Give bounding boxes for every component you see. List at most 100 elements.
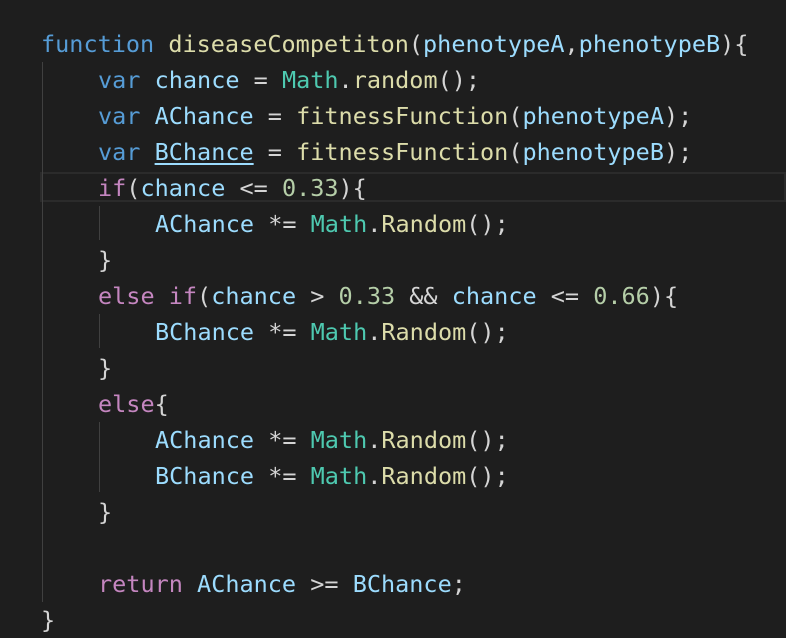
function-call: fitnessFunction xyxy=(296,102,509,130)
class-math: Math xyxy=(310,462,368,490)
code-line-10[interactable]: } xyxy=(98,350,112,386)
closing-brace: } xyxy=(41,606,56,634)
code-line-13[interactable]: BChance *= Math.Random(); xyxy=(155,458,509,494)
dot: . xyxy=(367,210,382,238)
comma: , xyxy=(564,30,579,58)
variable: chance xyxy=(140,174,226,202)
variable: BChance xyxy=(155,462,255,490)
variable-bchance-underlined[interactable]: BChance xyxy=(155,138,254,166)
code-line-1[interactable]: function diseaseCompetiton(phenotypeA,ph… xyxy=(41,26,748,62)
indent-guide-outer xyxy=(42,62,43,602)
paren: ( xyxy=(197,282,212,310)
code-line-9[interactable]: BChance *= Math.Random(); xyxy=(155,314,509,350)
paren-brace: ){ xyxy=(649,282,679,310)
operator: *= xyxy=(254,318,311,346)
operator: >= xyxy=(296,570,353,598)
operator: *= xyxy=(254,210,311,238)
variable: chance xyxy=(451,282,537,310)
param-phenotypeA: phenotypeA xyxy=(423,30,565,58)
paren: ( xyxy=(508,102,523,130)
operator: = xyxy=(253,138,297,166)
dot: . xyxy=(338,66,353,94)
keyword-if: if xyxy=(98,174,127,202)
line-end: (); xyxy=(466,210,509,238)
dot: . xyxy=(367,318,382,346)
keyword-function: function xyxy=(41,30,155,58)
keyword-if: if xyxy=(168,282,198,310)
indent-guide-elseif-block xyxy=(99,314,100,348)
code-line-8[interactable]: else if(chance > 0.33 && chance <= 0.66)… xyxy=(98,278,678,314)
code-line-14[interactable]: } xyxy=(98,494,112,530)
code-line-2[interactable]: var chance = Math.random(); xyxy=(98,62,480,98)
line-end: (); xyxy=(466,426,509,454)
variable: BChance xyxy=(155,318,255,346)
dot: . xyxy=(367,426,382,454)
code-line-3[interactable]: var AChance = fitnessFunction(phenotypeA… xyxy=(98,98,692,134)
code-line-11[interactable]: else{ xyxy=(98,386,169,422)
line-end: ); xyxy=(663,102,693,130)
class-math: Math xyxy=(281,66,339,94)
code-line-4[interactable]: var BChance = fitnessFunction(phenotypeB… xyxy=(98,134,692,170)
closing-brace: } xyxy=(98,498,113,526)
line-end: ); xyxy=(663,138,693,166)
code-line-5[interactable]: if(chance <= 0.33){ xyxy=(98,170,367,206)
paren-brace: ){ xyxy=(338,174,367,202)
line-end: (); xyxy=(437,66,481,94)
line-end: (); xyxy=(466,462,509,490)
operator: *= xyxy=(254,426,311,454)
class-math: Math xyxy=(310,210,368,238)
variable: AChance xyxy=(155,210,255,238)
method-random: Random xyxy=(381,462,467,490)
method-random: Random xyxy=(381,426,467,454)
operator: <= xyxy=(225,174,282,202)
closing-brace: } xyxy=(98,246,113,274)
indent-guide-else-block xyxy=(99,422,100,492)
keyword-var: var xyxy=(98,66,141,94)
paren: ( xyxy=(508,138,523,166)
keyword-var: var xyxy=(98,102,141,130)
opening-brace: { xyxy=(154,390,169,418)
class-math: Math xyxy=(310,318,368,346)
code-line-17[interactable]: } xyxy=(41,602,55,638)
function-name: diseaseCompetiton xyxy=(168,30,409,58)
variable-achance: AChance xyxy=(154,102,254,130)
code-line-6[interactable]: AChance *= Math.Random(); xyxy=(155,206,509,242)
operator: <= xyxy=(536,282,594,310)
method-random: random xyxy=(352,66,438,94)
code-editor[interactable]: function diseaseCompetiton(phenotypeA,ph… xyxy=(0,0,786,638)
operator: > xyxy=(296,282,339,310)
paren-brace: ){ xyxy=(720,30,749,58)
code-line-7[interactable]: } xyxy=(98,242,112,278)
variable: chance xyxy=(211,282,297,310)
keyword-else: else xyxy=(98,390,155,418)
class-math: Math xyxy=(310,426,368,454)
operator: *= xyxy=(254,462,311,490)
number: 0.66 xyxy=(593,282,650,310)
operator: = xyxy=(253,102,297,130)
argument: phenotypeB xyxy=(522,138,664,166)
number: 0.33 xyxy=(281,174,339,202)
code-line-12[interactable]: AChance *= Math.Random(); xyxy=(155,422,509,458)
semicolon: ; xyxy=(451,570,466,598)
variable-chance: chance xyxy=(154,66,240,94)
operator: && xyxy=(395,282,452,310)
closing-brace: } xyxy=(98,354,113,382)
number: 0.33 xyxy=(338,282,396,310)
function-call: fitnessFunction xyxy=(296,138,509,166)
variable: AChance xyxy=(197,570,297,598)
line-end: (); xyxy=(466,318,509,346)
variable: AChance xyxy=(155,426,255,454)
keyword-var: var xyxy=(98,138,141,166)
param-phenotypeB: phenotypeB xyxy=(578,30,721,58)
operator: = xyxy=(239,66,282,94)
variable: BChance xyxy=(352,570,452,598)
keyword-else: else xyxy=(98,282,155,310)
paren: ( xyxy=(126,174,141,202)
indent-guide-if-block xyxy=(99,206,100,240)
keyword-return: return xyxy=(98,570,183,598)
code-line-16[interactable]: return AChance >= BChance; xyxy=(98,566,466,602)
paren: ( xyxy=(408,30,424,58)
method-random: Random xyxy=(381,210,467,238)
argument: phenotypeA xyxy=(522,102,664,130)
